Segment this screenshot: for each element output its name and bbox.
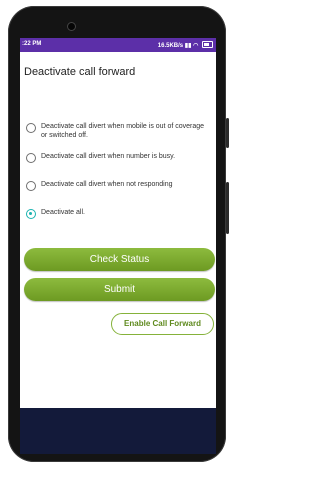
radio-button[interactable]	[26, 153, 36, 163]
option-label: Deactivate all.	[41, 209, 85, 216]
page-title: Deactivate call forward	[24, 66, 136, 78]
option-out-of-coverage[interactable]: Deactivate call divert when mobile is ou…	[26, 122, 212, 140]
status-indicators: 16.5KB/s ▮▮ ◠	[158, 41, 213, 49]
enable-call-forward-button[interactable]: Enable Call Forward	[111, 313, 214, 335]
radio-button[interactable]	[26, 123, 36, 133]
signal-icon: ▮▮	[184, 43, 192, 49]
submit-button[interactable]: Submit	[24, 278, 215, 301]
status-time: :22 PM	[22, 41, 42, 47]
option-deactivate-all[interactable]: Deactivate all.	[26, 208, 212, 219]
wifi-icon: ◠	[193, 43, 199, 49]
option-label: Deactivate call divert when number is bu…	[41, 153, 176, 160]
check-status-button[interactable]: Check Status	[24, 248, 215, 271]
status-bar: :22 PM 16.5KB/s ▮▮ ◠	[20, 38, 216, 52]
screen: :22 PM 16.5KB/s ▮▮ ◠ Deactivate call for…	[20, 38, 216, 454]
option-not-responding[interactable]: Deactivate call divert when not respondi…	[26, 180, 212, 191]
radio-button[interactable]	[26, 181, 36, 191]
option-label: Deactivate call divert when not respondi…	[41, 181, 173, 188]
radio-button-selected[interactable]	[26, 209, 36, 219]
navigation-bar	[20, 408, 216, 454]
network-speed: 16.5KB/s	[157, 43, 184, 49]
volume-button	[226, 118, 229, 148]
option-label: Deactivate call divert when mobile is ou…	[41, 123, 205, 139]
front-camera-icon	[68, 23, 75, 30]
power-button	[226, 182, 229, 234]
option-busy[interactable]: Deactivate call divert when number is bu…	[26, 152, 212, 163]
battery-icon	[202, 41, 213, 48]
